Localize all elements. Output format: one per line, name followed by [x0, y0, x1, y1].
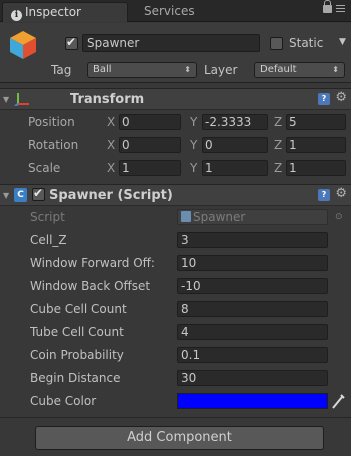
script-enabled-checkbox[interactable] [32, 186, 45, 201]
coin-probability-field[interactable]: 0.1 [177, 347, 328, 363]
foldout-arrow-icon[interactable]: ▼ [3, 191, 9, 200]
add-component-button[interactable]: Add Component [35, 426, 324, 450]
scale-y-label: Y [190, 161, 198, 175]
cube-cell-count-field[interactable]: 8 [177, 301, 328, 317]
transform-title: Transform [70, 92, 145, 107]
eyedropper-icon[interactable] [331, 393, 345, 409]
scale-z-field[interactable]: 1 [286, 160, 346, 176]
position-label: Position [28, 115, 75, 129]
rotation-y-field[interactable]: 0 [202, 137, 268, 153]
position-z-label: Z [274, 115, 283, 129]
cube-icon [10, 31, 36, 59]
position-x-field[interactable]: 0 [119, 114, 181, 130]
scale-y-field[interactable]: 1 [202, 160, 268, 176]
layer-label: Layer [204, 63, 238, 77]
position-x-label: X [107, 115, 116, 129]
rotation-label: Rotation [28, 138, 79, 152]
gameobject-header: Spawner Static ▼ Tag Ball ⬍ Layer Defaul… [0, 23, 351, 83]
static-dropdown-arrow-icon[interactable]: ▼ [339, 37, 346, 47]
gameobject-name-field[interactable]: Spawner [82, 34, 260, 52]
layer-dropdown-arrow-icon: ⬍ [332, 65, 339, 74]
position-y-label: Y [190, 115, 198, 129]
gear-icon[interactable]: ⚙ [335, 186, 347, 201]
field-label: Tube Cell Count [30, 325, 124, 339]
tag-value: Ball [93, 64, 112, 75]
field-label: Window Back Offset [30, 279, 151, 293]
lock-icon[interactable] [323, 0, 332, 13]
field-label: Begin Distance [30, 371, 121, 385]
position-y-field[interactable]: -2.3333 [202, 114, 268, 130]
object-picker-icon[interactable]: ⊙ [335, 212, 343, 222]
help-icon[interactable]: ? [318, 189, 330, 201]
script-component-header[interactable]: ▼ C Spawner (Script) ? ⚙ [0, 184, 351, 206]
field-label: Cell_Z [30, 233, 67, 247]
script-icon: C [14, 188, 27, 202]
rotation-z-field[interactable]: 1 [286, 137, 346, 153]
tag-label: Tag [51, 63, 72, 77]
cube-color-field[interactable] [177, 393, 328, 409]
layer-value: Default [260, 64, 297, 75]
rotation-x-field[interactable]: 0 [119, 137, 181, 153]
gear-icon[interactable]: ⚙ [335, 90, 347, 105]
rotation-y-label: Y [190, 138, 198, 152]
rotation-z-label: Z [274, 138, 283, 152]
static-checkbox[interactable] [270, 37, 283, 50]
foldout-arrow-icon[interactable]: ▼ [3, 95, 9, 104]
cube-color-label: Cube Color [30, 394, 97, 408]
tab-tools [323, 0, 345, 18]
tab-inspector-label: Inspector [25, 5, 81, 19]
scale-z-label: Z [274, 161, 283, 175]
scale-x-label: X [107, 161, 116, 175]
field-label: Cube Cell Count [30, 302, 127, 316]
transform-axes-icon [14, 93, 29, 106]
help-icon[interactable]: ? [318, 93, 330, 105]
script-reference-field[interactable]: Spawner [177, 209, 328, 225]
tab-services[interactable]: Services [136, 2, 203, 22]
position-z-field[interactable]: 5 [286, 114, 346, 130]
layer-dropdown[interactable]: Default ⬍ [254, 62, 345, 78]
script-label: Script [30, 210, 65, 224]
cell-z-field[interactable]: 3 [177, 232, 328, 248]
window-back-offset-field[interactable]: -10 [177, 278, 328, 294]
field-label: Coin Probability [30, 348, 124, 362]
scale-label: Scale [28, 161, 61, 175]
tube-cell-count-field[interactable]: 4 [177, 324, 328, 340]
menu-icon[interactable] [336, 5, 345, 12]
transform-header[interactable]: ▼ Transform ? ⚙ [0, 88, 351, 110]
tab-inspector[interactable]: i Inspector [2, 2, 128, 22]
rotation-x-label: X [107, 138, 116, 152]
begin-distance-field[interactable]: 30 [177, 370, 328, 386]
separator [0, 417, 351, 418]
static-label: Static [289, 36, 324, 50]
tag-dropdown[interactable]: Ball ⬍ [87, 62, 197, 78]
tab-services-label: Services [144, 4, 195, 18]
window-forward-offset-field[interactable]: 10 [177, 255, 328, 271]
field-label: Window Forward Off: [30, 256, 155, 270]
script-file-icon [181, 211, 191, 222]
script-reference-value: Spawner [193, 210, 246, 224]
script-component-title: Spawner (Script) [49, 188, 173, 203]
gameobject-active-checkbox[interactable] [65, 35, 78, 50]
tag-dropdown-arrow-icon: ⬍ [184, 65, 191, 74]
tab-bar: i Inspector Services [0, 0, 351, 22]
scale-x-field[interactable]: 1 [119, 160, 181, 176]
info-icon: i [11, 10, 22, 21]
